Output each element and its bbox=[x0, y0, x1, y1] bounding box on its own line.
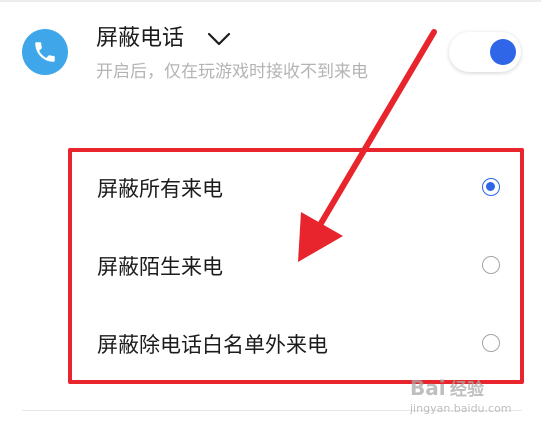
radio-button[interactable] bbox=[482, 334, 500, 352]
setting-title: 屏蔽电话 bbox=[96, 26, 185, 51]
watermark-url: jingyan.baidu.com bbox=[410, 402, 512, 415]
watermark-sub: 经验 bbox=[450, 380, 484, 400]
option-label: 屏蔽除电话白名单外来电 bbox=[97, 333, 328, 357]
watermark-brand: Bai bbox=[410, 376, 446, 400]
phone-icon bbox=[22, 29, 68, 75]
watermark: Bai 经验 jingyan.baidu.com bbox=[410, 372, 530, 422]
toggle-knob bbox=[490, 39, 516, 65]
options-panel: 屏蔽所有来电 屏蔽陌生来电 屏蔽除电话白名单外来电 bbox=[68, 148, 524, 384]
top-divider bbox=[0, 0, 541, 2]
setting-description: 开启后，仅在玩游戏时接收不到来电 bbox=[96, 62, 368, 82]
option-block-all-calls[interactable]: 屏蔽所有来电 bbox=[72, 152, 520, 228]
chevron-down-icon[interactable] bbox=[205, 28, 233, 50]
radio-button[interactable] bbox=[482, 178, 500, 196]
radio-button[interactable] bbox=[482, 256, 500, 274]
option-block-unknown-calls[interactable]: 屏蔽陌生来电 bbox=[72, 230, 520, 306]
option-label: 屏蔽所有来电 bbox=[97, 177, 223, 201]
option-label: 屏蔽陌生来电 bbox=[97, 255, 223, 279]
block-calls-toggle[interactable] bbox=[449, 32, 521, 72]
